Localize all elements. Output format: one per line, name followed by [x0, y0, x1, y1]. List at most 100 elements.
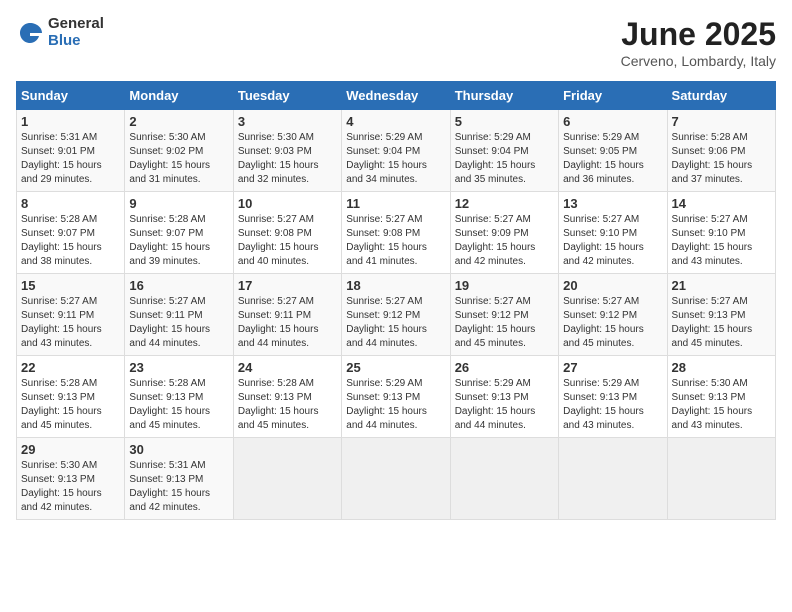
day-detail: Sunrise: 5:27 AMSunset: 9:08 PMDaylight:… [346, 213, 445, 269]
day-detail: Sunrise: 5:27 AMSunset: 9:08 PMDaylight:… [238, 213, 337, 269]
day-cell: 26 Sunrise: 5:29 AMSunset: 9:13 PMDayligh… [450, 356, 558, 438]
calendar-week-row: 22 Sunrise: 5:28 AMSunset: 9:13 PMDayligh… [17, 356, 776, 438]
day-cell: 10 Sunrise: 5:27 AMSunset: 9:08 PMDayligh… [233, 192, 341, 274]
location: Cerveno, Lombardy, Italy [621, 53, 776, 69]
day-detail: Sunrise: 5:28 AMSunset: 9:13 PMDaylight:… [129, 377, 228, 433]
day-number: 11 [346, 196, 445, 211]
calendar-week-row: 8Sunrise: 5:28 AMSunset: 9:07 PMDaylight… [17, 192, 776, 274]
day-number: 13 [563, 196, 662, 211]
day-number: 20 [563, 278, 662, 293]
header-wednesday: Wednesday [342, 82, 450, 110]
day-detail: Sunrise: 5:27 AMSunset: 9:11 PMDaylight:… [129, 295, 228, 351]
day-cell: 2 Sunrise: 5:30 AMSunset: 9:02 PMDaylight… [125, 110, 233, 192]
day-number: 12 [455, 196, 554, 211]
day-number: 7 [672, 114, 771, 129]
header-sunday: Sunday [17, 82, 125, 110]
logo-icon [16, 19, 44, 47]
day-detail: Sunrise: 5:29 AMSunset: 9:13 PMDaylight:… [455, 377, 554, 433]
day-number: 21 [672, 278, 771, 293]
day-detail: Sunrise: 5:28 AMSunset: 9:06 PMDaylight:… [672, 131, 771, 187]
day-cell: 1 Sunrise: 5:31 AMSunset: 9:01 PMDaylight… [17, 110, 125, 192]
day-cell: 8Sunrise: 5:28 AMSunset: 9:07 PMDaylight… [17, 192, 125, 274]
day-number: 16 [129, 278, 228, 293]
day-number: 9 [129, 196, 228, 211]
day-number: 23 [129, 360, 228, 375]
day-cell: 27 Sunrise: 5:29 AMSunset: 9:13 PMDayligh… [559, 356, 667, 438]
day-number: 18 [346, 278, 445, 293]
header-thursday: Thursday [450, 82, 558, 110]
day-detail: Sunrise: 5:27 AMSunset: 9:09 PMDaylight:… [455, 213, 554, 269]
logo-blue: Blue [48, 33, 104, 50]
day-cell: 5Sunrise: 5:29 AMSunset: 9:04 PMDaylight… [450, 110, 558, 192]
day-number: 26 [455, 360, 554, 375]
day-cell: 25 Sunrise: 5:29 AMSunset: 9:13 PMDayligh… [342, 356, 450, 438]
day-number: 3 [238, 114, 337, 129]
day-detail: Sunrise: 5:29 AMSunset: 9:13 PMDaylight:… [563, 377, 662, 433]
day-detail: Sunrise: 5:29 AMSunset: 9:04 PMDaylight:… [346, 131, 445, 187]
day-detail: Sunrise: 5:27 AMSunset: 9:10 PMDaylight:… [563, 213, 662, 269]
day-number: 22 [21, 360, 120, 375]
empty-cell [233, 438, 341, 520]
day-number: 27 [563, 360, 662, 375]
page-header: General Blue June 2025 Cerveno, Lombardy… [16, 16, 776, 69]
logo-general: General [48, 16, 104, 33]
day-detail: Sunrise: 5:27 AMSunset: 9:13 PMDaylight:… [672, 295, 771, 351]
day-detail: Sunrise: 5:29 AMSunset: 9:13 PMDaylight:… [346, 377, 445, 433]
logo: General Blue [16, 16, 104, 49]
header-tuesday: Tuesday [233, 82, 341, 110]
day-detail: Sunrise: 5:31 AMSunset: 9:01 PMDaylight:… [21, 131, 120, 187]
calendar-week-row: 29Sunrise: 5:30 AMSunset: 9:13 PMDayligh… [17, 438, 776, 520]
empty-cell [450, 438, 558, 520]
header-monday: Monday [125, 82, 233, 110]
day-detail: Sunrise: 5:27 AMSunset: 9:11 PMDaylight:… [21, 295, 120, 351]
day-detail: Sunrise: 5:27 AMSunset: 9:10 PMDaylight:… [672, 213, 771, 269]
day-detail: Sunrise: 5:29 AMSunset: 9:05 PMDaylight:… [563, 131, 662, 187]
day-cell: 15 Sunrise: 5:27 AMSunset: 9:11 PMDayligh… [17, 274, 125, 356]
day-cell: 30 Sunrise: 5:31 AMSunset: 9:13 PMDayligh… [125, 438, 233, 520]
empty-cell [559, 438, 667, 520]
day-cell: 16 Sunrise: 5:27 AMSunset: 9:11 PMDayligh… [125, 274, 233, 356]
empty-cell [667, 438, 775, 520]
day-number: 1 [21, 114, 120, 129]
day-number: 2 [129, 114, 228, 129]
day-detail: Sunrise: 5:28 AMSunset: 9:07 PMDaylight:… [21, 213, 120, 269]
calendar-header-row: SundayMondayTuesdayWednesdayThursdayFrid… [17, 82, 776, 110]
calendar-table: SundayMondayTuesdayWednesdayThursdayFrid… [16, 81, 776, 520]
day-cell: 14Sunrise: 5:27 AMSunset: 9:10 PMDayligh… [667, 192, 775, 274]
day-detail: Sunrise: 5:27 AMSunset: 9:12 PMDaylight:… [346, 295, 445, 351]
day-detail: Sunrise: 5:30 AMSunset: 9:02 PMDaylight:… [129, 131, 228, 187]
day-cell: 17 Sunrise: 5:27 AMSunset: 9:11 PMDayligh… [233, 274, 341, 356]
day-number: 30 [129, 442, 228, 457]
day-cell: 28Sunrise: 5:30 AMSunset: 9:13 PMDayligh… [667, 356, 775, 438]
day-number: 6 [563, 114, 662, 129]
day-detail: Sunrise: 5:31 AMSunset: 9:13 PMDaylight:… [129, 459, 228, 515]
day-cell: 9Sunrise: 5:28 AMSunset: 9:07 PMDaylight… [125, 192, 233, 274]
day-number: 19 [455, 278, 554, 293]
logo-text: General Blue [48, 16, 104, 49]
day-number: 25 [346, 360, 445, 375]
day-number: 15 [21, 278, 120, 293]
day-detail: Sunrise: 5:30 AMSunset: 9:13 PMDaylight:… [21, 459, 120, 515]
day-number: 10 [238, 196, 337, 211]
header-friday: Friday [559, 82, 667, 110]
day-cell: 7 Sunrise: 5:28 AMSunset: 9:06 PMDaylight… [667, 110, 775, 192]
day-detail: Sunrise: 5:29 AMSunset: 9:04 PMDaylight:… [455, 131, 554, 187]
day-number: 17 [238, 278, 337, 293]
day-detail: Sunrise: 5:28 AMSunset: 9:13 PMDaylight:… [238, 377, 337, 433]
day-detail: Sunrise: 5:27 AMSunset: 9:12 PMDaylight:… [563, 295, 662, 351]
title-area: June 2025 Cerveno, Lombardy, Italy [621, 16, 776, 69]
day-cell: 3 Sunrise: 5:30 AMSunset: 9:03 PMDaylight… [233, 110, 341, 192]
day-cell: 24 Sunrise: 5:28 AMSunset: 9:13 PMDayligh… [233, 356, 341, 438]
day-cell: 6 Sunrise: 5:29 AMSunset: 9:05 PMDaylight… [559, 110, 667, 192]
day-cell: 12 Sunrise: 5:27 AMSunset: 9:09 PMDayligh… [450, 192, 558, 274]
day-detail: Sunrise: 5:28 AMSunset: 9:13 PMDaylight:… [21, 377, 120, 433]
calendar-week-row: 15 Sunrise: 5:27 AMSunset: 9:11 PMDayligh… [17, 274, 776, 356]
day-cell: 21 Sunrise: 5:27 AMSunset: 9:13 PMDayligh… [667, 274, 775, 356]
day-number: 28 [672, 360, 771, 375]
day-detail: Sunrise: 5:30 AMSunset: 9:03 PMDaylight:… [238, 131, 337, 187]
day-cell: 4Sunrise: 5:29 AMSunset: 9:04 PMDaylight… [342, 110, 450, 192]
day-cell: 29Sunrise: 5:30 AMSunset: 9:13 PMDayligh… [17, 438, 125, 520]
day-detail: Sunrise: 5:27 AMSunset: 9:11 PMDaylight:… [238, 295, 337, 351]
day-number: 24 [238, 360, 337, 375]
day-cell: 11 Sunrise: 5:27 AMSunset: 9:08 PMDayligh… [342, 192, 450, 274]
